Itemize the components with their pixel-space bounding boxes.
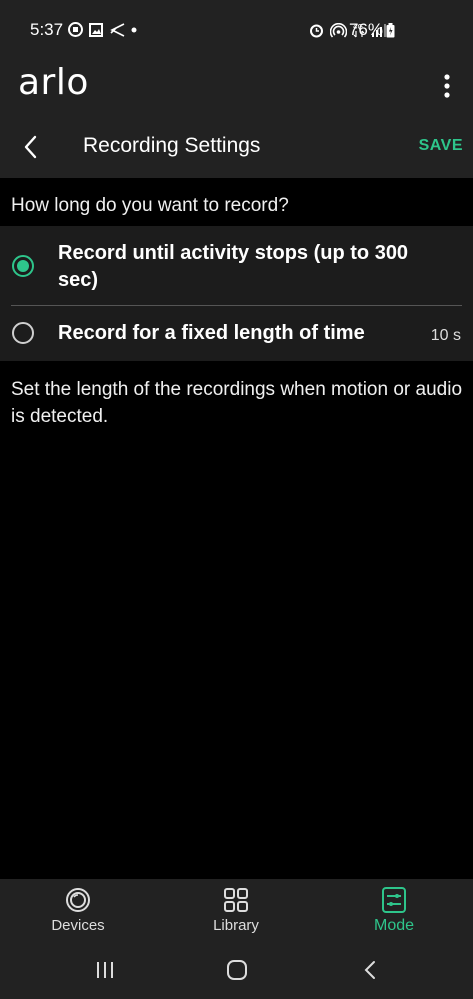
- option-label[interactable]: Record for a fixed length of time: [58, 322, 365, 345]
- hotspot-icon: [330, 22, 347, 38]
- radio-record-until-activity-stops[interactable]: [12, 255, 34, 277]
- tab-label: Devices: [51, 917, 105, 934]
- bottom-nav: Devices Library Mode: [0, 879, 473, 943]
- notification-app-icon: [68, 22, 83, 37]
- divider: [11, 305, 462, 306]
- status-left-icons: [68, 22, 137, 37]
- mode-icon: [382, 887, 406, 913]
- alarm-icon: [310, 24, 323, 37]
- tab-label: Mode: [373, 917, 415, 934]
- recording-options: Record until activity stops (up to 300 s…: [0, 226, 473, 361]
- system-nav-bar: [0, 943, 473, 999]
- radio-record-fixed-length[interactable]: [12, 322, 34, 344]
- page-title: Recording Settings: [83, 134, 261, 157]
- grid-icon: [224, 888, 248, 912]
- fixed-length-value[interactable]: 10 s: [431, 327, 461, 345]
- home-icon[interactable]: [226, 959, 248, 981]
- tab-devices[interactable]: Devices: [18, 887, 138, 934]
- save-button[interactable]: SAVE: [419, 137, 463, 155]
- back-icon[interactable]: [360, 959, 382, 981]
- feather-icon: [110, 22, 125, 37]
- recents-icon[interactable]: [94, 959, 116, 981]
- tab-mode[interactable]: Mode: [334, 887, 454, 935]
- app-bar: arlo: [0, 60, 473, 116]
- option-label[interactable]: Record until activity stops (up to 300 s…: [58, 240, 453, 294]
- gallery-icon: [89, 22, 103, 37]
- title-bar: Recording Settings SAVE: [0, 116, 473, 178]
- tab-label: Library: [213, 917, 259, 934]
- battery-percent: 76%: [348, 20, 383, 39]
- arlo-logo: arlo: [18, 62, 89, 103]
- kebab-menu-icon[interactable]: [441, 73, 453, 99]
- devices-icon: [66, 888, 90, 912]
- helper-text: Set the length of the recordings when mo…: [11, 379, 463, 427]
- battery-icon: [386, 23, 395, 38]
- dot-icon: [131, 27, 137, 32]
- chevron-left-icon[interactable]: [20, 134, 44, 160]
- question-heading: How long do you want to record?: [11, 195, 289, 216]
- tab-library[interactable]: Library: [176, 887, 296, 934]
- status-time: 5:37: [30, 20, 64, 39]
- status-bar: 5:37 4G 76%: [0, 0, 473, 60]
